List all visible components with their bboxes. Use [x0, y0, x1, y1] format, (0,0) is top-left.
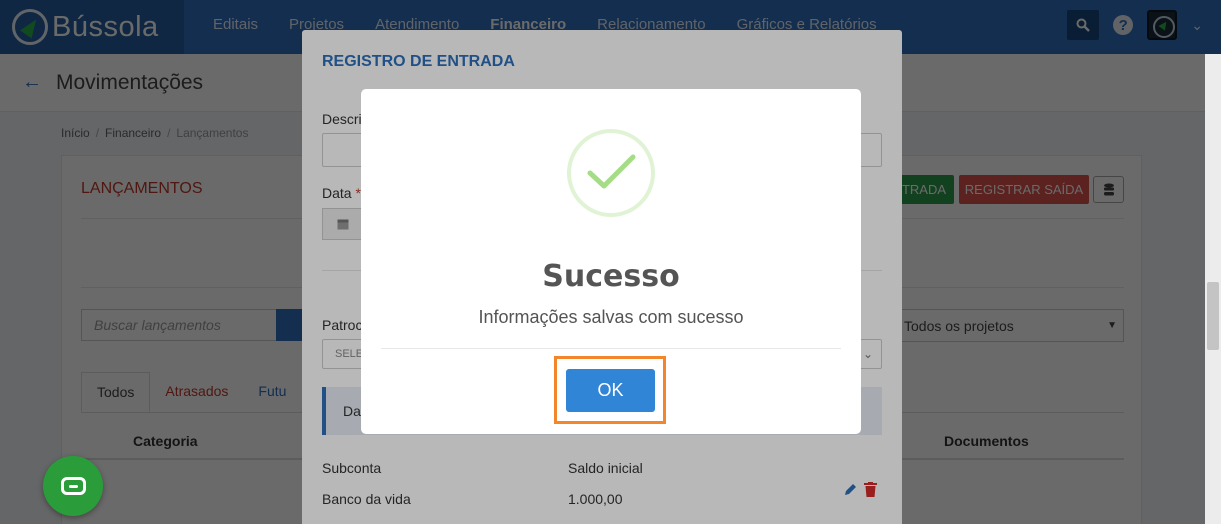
- dialog-message: Informações salvas com sucesso: [478, 307, 744, 327]
- success-dialog: Sucesso Informações salvas com sucesso O…: [361, 89, 861, 434]
- ok-button[interactable]: OK: [566, 369, 655, 412]
- chat-icon: [60, 477, 86, 495]
- success-check-icon: [567, 129, 655, 217]
- chat-button[interactable]: [43, 456, 103, 516]
- scrollbar-thumb[interactable]: [1207, 282, 1219, 350]
- dialog-title: Sucesso: [542, 259, 680, 294]
- checkmark-icon: [587, 154, 636, 189]
- divider: [381, 348, 841, 349]
